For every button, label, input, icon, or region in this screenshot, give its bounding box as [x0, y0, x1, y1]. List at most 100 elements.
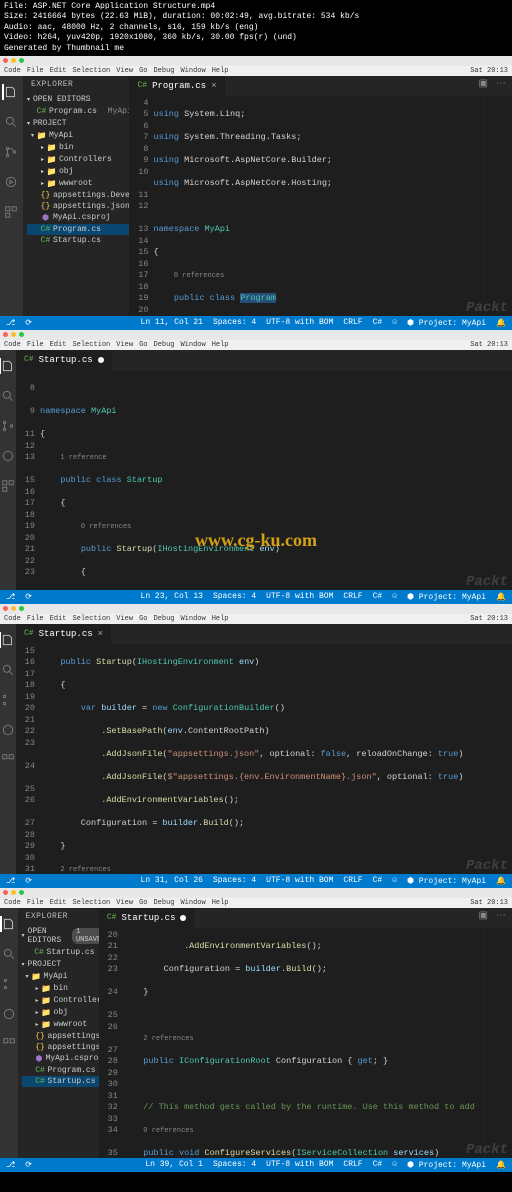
search-icon[interactable]	[0, 662, 16, 678]
tree-file[interactable]: ⬢MyApi.csproj	[22, 1053, 99, 1065]
menu-window[interactable]: Window	[180, 67, 205, 75]
more-icon[interactable]: ⋯	[496, 78, 506, 90]
status-position[interactable]: Ln 31, Col 26	[141, 876, 203, 885]
tree-folder[interactable]: ▸📁bin	[27, 142, 130, 154]
open-editors-section[interactable]: ▾OPEN EDITORS 1 UNSAVED	[18, 925, 99, 947]
files-icon[interactable]	[0, 358, 15, 374]
files-icon[interactable]	[0, 916, 16, 932]
status-git-icon[interactable]: ⎇	[6, 318, 15, 328]
status-position[interactable]: Ln 39, Col 1	[145, 1160, 203, 1169]
status-smile-icon[interactable]: ☺	[392, 318, 397, 327]
minimize-dot[interactable]	[11, 58, 16, 63]
files-icon[interactable]	[2, 84, 18, 100]
search-icon[interactable]	[3, 114, 19, 130]
code-lines[interactable]: public Startup(IHostingEnvironment env) …	[40, 644, 512, 874]
tree-file[interactable]: {}appsettings.json	[27, 201, 130, 212]
tree-root[interactable]: ▾📁MyApi	[22, 971, 99, 983]
search-icon[interactable]	[1, 946, 17, 962]
status-sync-icon[interactable]: ⟳	[25, 318, 32, 328]
files-icon[interactable]	[0, 632, 15, 648]
menu-help[interactable]: Help	[212, 67, 229, 75]
tree-file-selected[interactable]: C#Program.cs	[27, 224, 130, 235]
menu-debug[interactable]: Debug	[153, 67, 174, 75]
open-editor-item[interactable]: C#Startup.cs MyApi	[18, 947, 99, 958]
close-icon[interactable]: ×	[98, 629, 103, 639]
tree-file[interactable]: {}appsettings.Development.js...	[27, 190, 130, 201]
debug-icon[interactable]	[0, 448, 16, 464]
open-editors-section[interactable]: ▾OPEN EDITORS	[23, 93, 130, 106]
tab-startup[interactable]: C#Startup.cs	[99, 908, 195, 928]
minimap[interactable]	[484, 928, 512, 1158]
extensions-icon[interactable]	[0, 478, 16, 494]
close-icon[interactable]: ×	[211, 81, 216, 91]
status-encoding[interactable]: UTF-8 with BOM	[266, 318, 333, 327]
code-lines[interactable]: namespace MyApi { 1 reference public cla…	[40, 370, 512, 590]
extensions-icon[interactable]	[3, 204, 19, 220]
open-editor-item[interactable]: C#Program.cs MyApi	[23, 106, 130, 117]
status-lang[interactable]: C#	[373, 592, 383, 601]
menu-code[interactable]: Code	[4, 67, 21, 75]
git-icon[interactable]	[0, 418, 16, 434]
maximize-dot[interactable]	[19, 58, 24, 63]
menu-selection[interactable]: Selection	[72, 67, 110, 75]
status-spaces[interactable]: Spaces: 4	[213, 318, 256, 327]
status-position[interactable]: Ln 11, Col 21	[141, 318, 203, 327]
git-icon[interactable]	[3, 144, 19, 160]
debug-icon[interactable]	[0, 722, 16, 738]
tree-folder[interactable]: ▸📁Controllers	[22, 995, 99, 1007]
status-eol[interactable]: CRLF	[343, 876, 362, 885]
tree-folder[interactable]: ▸📁wwwroot	[27, 178, 130, 190]
status-eol[interactable]: CRLF	[343, 592, 362, 601]
status-bell-icon[interactable]: 🔔	[496, 318, 506, 328]
minimap[interactable]	[484, 96, 512, 316]
split-icon[interactable]: ▣	[479, 78, 488, 90]
status-spaces[interactable]: Spaces: 4	[213, 1160, 256, 1169]
menu-view[interactable]: View	[116, 67, 133, 75]
tree-file[interactable]: ⬢MyApi.csproj	[27, 212, 130, 224]
tree-folder[interactable]: ▸📁obj	[22, 1007, 99, 1019]
status-encoding[interactable]: UTF-8 with BOM	[266, 592, 333, 601]
search-icon[interactable]	[0, 388, 16, 404]
tab-program[interactable]: C#Program.cs×	[129, 76, 224, 96]
tree-folder[interactable]: ▸📁bin	[22, 983, 99, 995]
status-eol[interactable]: CRLF	[343, 1160, 362, 1169]
menu-file[interactable]: File	[27, 67, 44, 75]
project-section[interactable]: ▾PROJECT	[18, 958, 99, 971]
close-dot[interactable]	[3, 58, 8, 63]
tree-folder[interactable]: ▸📁obj	[27, 166, 130, 178]
status-spaces[interactable]: Spaces: 4	[213, 876, 256, 885]
status-eol[interactable]: CRLF	[343, 318, 362, 327]
tree-folder[interactable]: ▸📁Controllers	[27, 154, 130, 166]
extensions-icon[interactable]	[1, 1036, 17, 1052]
tree-root[interactable]: ▾📁MyApi	[27, 130, 130, 142]
tree-folder[interactable]: ▸📁wwwroot	[22, 1019, 99, 1031]
tab-startup[interactable]: C#Startup.cs×	[16, 624, 111, 644]
tree-file[interactable]: C#Program.cs	[22, 1065, 99, 1076]
status-encoding[interactable]: UTF-8 with BOM	[266, 876, 333, 885]
editor: ▣⋯ C#Startup.cs 891112131516171819202122…	[16, 350, 512, 590]
project-section[interactable]: ▾PROJECT	[23, 117, 130, 130]
debug-icon[interactable]	[1, 1006, 17, 1022]
status-spaces[interactable]: Spaces: 4	[213, 592, 256, 601]
tree-file[interactable]: {}appsettings.json	[22, 1042, 99, 1053]
status-project[interactable]: ⬢ Project: MyApi	[407, 318, 486, 328]
status-encoding[interactable]: UTF-8 with BOM	[266, 1160, 333, 1169]
status-lang[interactable]: C#	[373, 1160, 383, 1169]
tab-startup[interactable]: C#Startup.cs	[16, 350, 112, 370]
extensions-icon[interactable]	[0, 752, 16, 768]
debug-icon[interactable]	[3, 174, 19, 190]
split-icon[interactable]: ▣	[479, 910, 488, 922]
tree-file-selected[interactable]: C#Startup.cs	[22, 1076, 99, 1087]
status-lang[interactable]: C#	[373, 318, 383, 327]
tree-file[interactable]: C#Startup.cs	[27, 235, 130, 246]
menu-edit[interactable]: Edit	[50, 67, 67, 75]
tree-file[interactable]: {}appsettings.Development.js...	[22, 1031, 99, 1042]
code-lines[interactable]: .AddEnvironmentVariables(); Configuratio…	[123, 928, 484, 1158]
git-icon[interactable]	[1, 976, 17, 992]
code-lines[interactable]: using System.Linq; using System.Threadin…	[153, 96, 484, 316]
status-lang[interactable]: C#	[373, 876, 383, 885]
menu-go[interactable]: Go	[139, 67, 147, 75]
status-position[interactable]: Ln 23, Col 13	[141, 592, 203, 601]
more-icon[interactable]: ⋯	[496, 910, 506, 922]
git-icon[interactable]	[0, 692, 16, 708]
